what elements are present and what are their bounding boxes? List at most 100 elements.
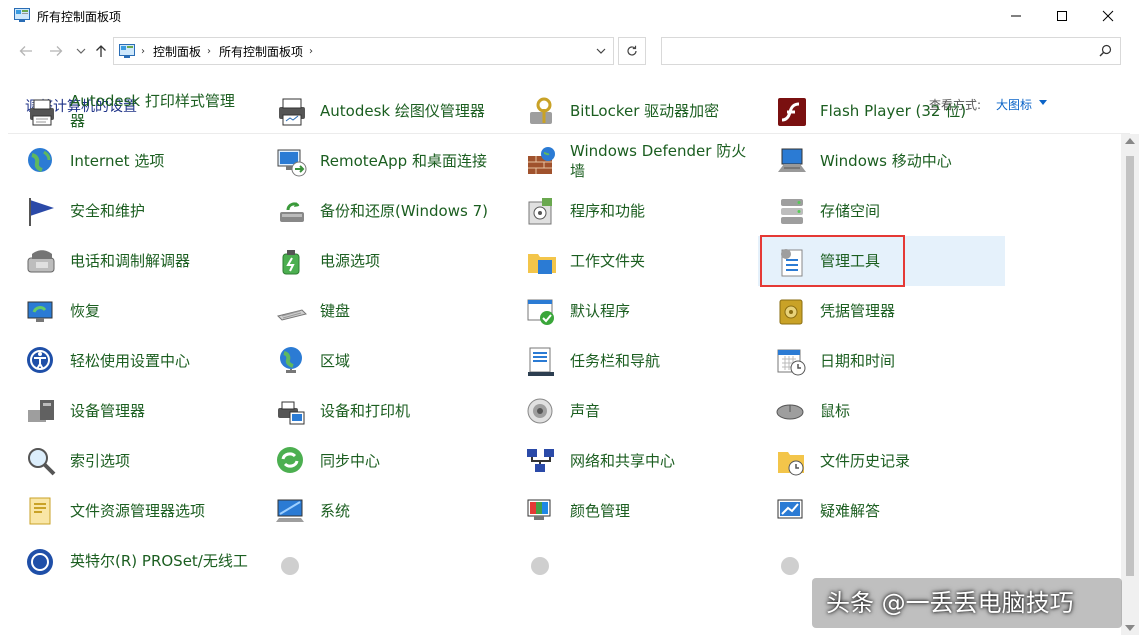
control-panel-item[interactable]: 默认程序	[508, 286, 748, 336]
keyboard-icon	[273, 293, 309, 329]
item-label: 文件资源管理器选项	[70, 501, 248, 521]
control-panel-item[interactable]: 声音	[508, 386, 748, 436]
item-label: 区域	[320, 351, 498, 371]
control-panel-item[interactable]: 电话和调制解调器	[8, 236, 248, 286]
highlight-frame	[760, 235, 905, 287]
recent-locations-button[interactable]	[71, 41, 91, 61]
control-panel-item[interactable]: 轻松使用设置中心	[8, 336, 248, 386]
control-panel-item[interactable]: Windows 移动中心	[758, 136, 998, 186]
item-label: 电话和调制解调器	[70, 251, 248, 271]
back-button[interactable]	[16, 41, 36, 61]
search-icon[interactable]	[1099, 44, 1112, 57]
title-bar: 所有控制面板项	[0, 0, 1139, 32]
flag-icon	[23, 193, 59, 229]
control-panel-item[interactable]: 索引选项	[8, 436, 248, 486]
control-panel-item[interactable]: 区域	[258, 336, 498, 386]
control-panel-item[interactable]: 系统	[258, 486, 498, 536]
control-panel-items: Autodesk 打印样式管理器 Autodesk 绘图仪管理器 BitLocker…	[8, 72, 1130, 635]
chevron-right-icon[interactable]: ›	[309, 46, 313, 57]
control-panel-item[interactable]: 安全和维护	[8, 186, 248, 236]
troubleshoot-icon	[773, 493, 809, 529]
item-label: 同步中心	[320, 451, 498, 471]
item-label: 设备管理器	[70, 401, 248, 421]
control-panel-item[interactable]	[508, 536, 748, 586]
forward-button[interactable]	[46, 41, 66, 61]
address-history-dropdown[interactable]	[592, 42, 610, 60]
scroll-up-icon[interactable]	[1125, 138, 1135, 144]
control-panel-item[interactable]: 任务栏和导航	[508, 336, 748, 386]
control-panel-item[interactable]: 文件历史记录	[758, 436, 998, 486]
control-panel-item[interactable]: 程序和功能	[508, 186, 748, 236]
control-panel-item[interactable]: 键盘	[258, 286, 498, 336]
chevron-right-icon[interactable]: ›	[207, 46, 211, 57]
control-panel-item[interactable]: 网络和共享中心	[508, 436, 748, 486]
control-panel-item[interactable]: 疑难解答	[758, 486, 998, 536]
control-panel-item[interactable]: 同步中心	[258, 436, 498, 486]
item-label: Windows Defender 防火墙	[570, 141, 748, 181]
item-label: Flash Player (32 位)	[820, 101, 998, 121]
battery-icon	[273, 243, 309, 279]
breadcrumb-control-panel[interactable]: 控制面板	[153, 43, 201, 60]
control-panel-item[interactable]: Internet 选项	[8, 136, 248, 186]
item-label: 工作文件夹	[570, 251, 748, 271]
control-panel-item[interactable]: 存储空间	[758, 186, 998, 236]
storage-icon	[773, 193, 809, 229]
control-panel-item[interactable]: Autodesk 绘图仪管理器	[258, 86, 498, 136]
item-label: 网络和共享中心	[570, 451, 748, 471]
flash-icon	[773, 93, 809, 129]
control-panel-item[interactable]: 电源选项	[258, 236, 498, 286]
close-icon	[1102, 10, 1114, 22]
chevron-down-icon	[596, 47, 606, 55]
control-panel-item[interactable]	[258, 536, 498, 586]
breadcrumb-all-items[interactable]: 所有控制面板项	[219, 43, 303, 60]
control-panel-item[interactable]: RemoteApp 和桌面连接	[258, 136, 498, 186]
control-panel-item[interactable]: 恢复	[8, 286, 248, 336]
item-label: 鼠标	[820, 401, 998, 421]
search-input[interactable]	[668, 39, 1092, 65]
item-label: 电源选项	[320, 251, 498, 271]
minimize-button[interactable]	[993, 0, 1039, 32]
control-panel-item[interactable]: 凭据管理器	[758, 286, 998, 336]
item-label: Autodesk 绘图仪管理器	[320, 101, 498, 121]
up-button[interactable]	[91, 41, 111, 61]
refresh-button[interactable]	[618, 37, 646, 65]
partial-icon	[523, 543, 559, 579]
control-panel-item[interactable]: 设备管理器	[8, 386, 248, 436]
arrow-up-icon	[95, 44, 107, 58]
phone-icon	[23, 243, 59, 279]
close-button[interactable]	[1085, 0, 1131, 32]
control-panel-item[interactable]: 英特尔(R) PROSet/无线工	[8, 536, 248, 586]
control-panel-icon	[119, 44, 135, 58]
control-panel-item[interactable]: 鼠标	[758, 386, 998, 436]
control-panel-item[interactable]: 备份和还原(Windows 7)	[258, 186, 498, 236]
control-panel-item[interactable]: 工作文件夹	[508, 236, 748, 286]
control-panel-item[interactable]: BitLocker 驱动器加密	[508, 86, 748, 136]
index-search-icon	[23, 443, 59, 479]
control-panel-item[interactable]: Flash Player (32 位)	[758, 86, 998, 136]
control-panel-item[interactable]: 颜色管理	[508, 486, 748, 536]
folder-options-icon	[23, 493, 59, 529]
item-label: 安全和维护	[70, 201, 248, 221]
control-panel-item[interactable]: 文件资源管理器选项	[8, 486, 248, 536]
control-panel-item[interactable]: 设备和打印机	[258, 386, 498, 436]
scroll-thumb[interactable]	[1126, 156, 1134, 576]
item-label: 程序和功能	[570, 201, 748, 221]
item-label: 任务栏和导航	[570, 351, 748, 371]
maximize-button[interactable]	[1039, 0, 1085, 32]
device-manager-icon	[23, 393, 59, 429]
search-box[interactable]	[661, 37, 1121, 65]
control-panel-item[interactable]: 日期和时间	[758, 336, 998, 386]
item-label: 设备和打印机	[320, 401, 498, 421]
globe-icon	[23, 143, 59, 179]
item-label: 轻松使用设置中心	[70, 351, 248, 371]
vertical-scrollbar[interactable]	[1121, 134, 1139, 635]
scroll-down-icon[interactable]	[1125, 625, 1135, 631]
address-bar[interactable]: › 控制面板 › 所有控制面板项 ›	[113, 37, 614, 65]
partial-icon	[273, 543, 309, 579]
refresh-icon	[626, 45, 638, 57]
plotter-icon	[273, 93, 309, 129]
control-panel-item[interactable]: Autodesk 打印样式管理器	[8, 86, 248, 136]
partial-icon	[773, 543, 809, 579]
control-panel-item[interactable]: Windows Defender 防火墙	[508, 136, 748, 186]
bitlocker-key-icon	[523, 93, 559, 129]
